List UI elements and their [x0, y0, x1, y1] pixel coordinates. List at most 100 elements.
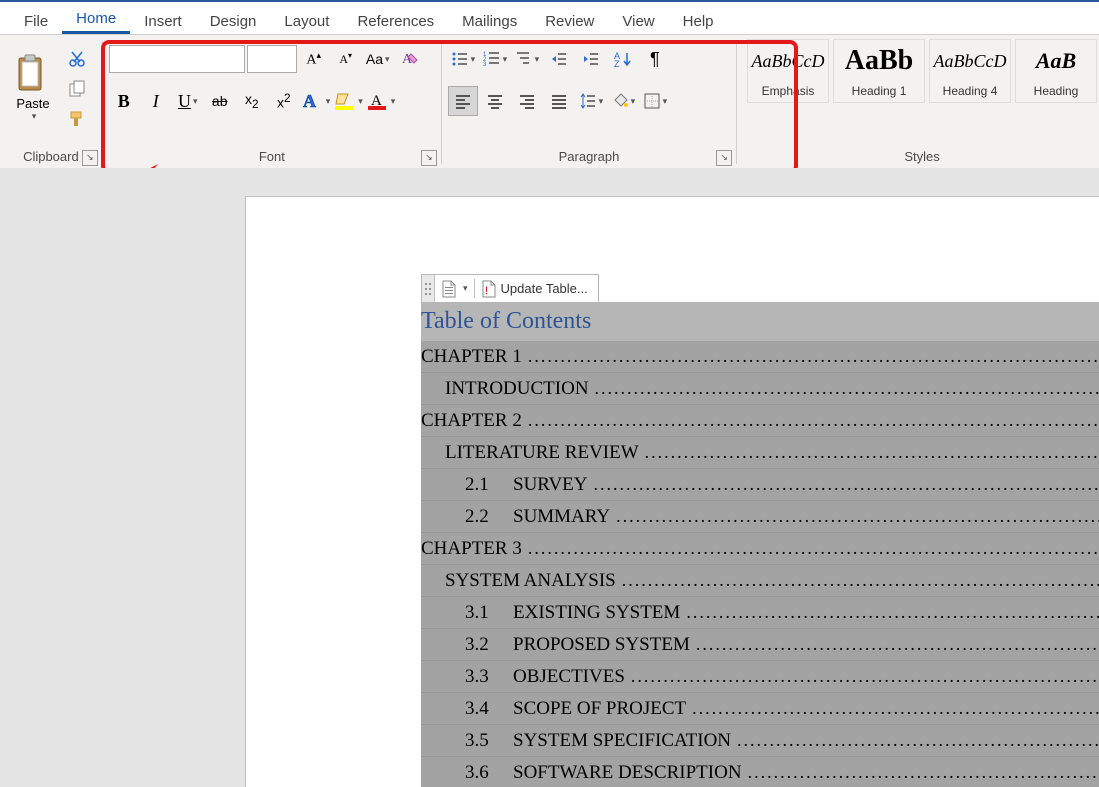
dialog-launcher-icon[interactable]: ↘	[716, 150, 732, 166]
toc-entry[interactable]: 3.1EXISTING SYSTEM	[421, 597, 1099, 629]
toc-leader-dots	[645, 437, 1099, 468]
svg-text:A: A	[303, 91, 316, 111]
toc-entry-text: INTRODUCTION	[421, 373, 595, 404]
clear-format-button[interactable]: A	[395, 44, 425, 74]
multilevel-button[interactable]: ▾	[512, 44, 542, 74]
menu-tab-help[interactable]: Help	[669, 9, 728, 34]
menu-tab-review[interactable]: Review	[531, 9, 608, 34]
menu-tab-file[interactable]: File	[10, 9, 62, 34]
menu-tab-insert[interactable]: Insert	[130, 9, 196, 34]
group-title-paragraph: Paragraph	[448, 147, 730, 168]
eraser-a-icon: A	[400, 49, 420, 69]
show-marks-button[interactable]: ¶	[640, 44, 670, 74]
update-table-button[interactable]: ! Update Table...	[475, 275, 594, 302]
menu-tab-references[interactable]: References	[343, 9, 448, 34]
align-center-button[interactable]	[480, 86, 510, 116]
group-styles: AaBbCcDEmphasisAaBbHeading 1AaBbCcDHeadi…	[737, 35, 1099, 170]
change-case-button[interactable]: Aa▾	[363, 44, 393, 74]
dialog-launcher-icon[interactable]: ↘	[82, 150, 98, 166]
toc-entry[interactable]: LITERATURE REVIEW	[421, 437, 1099, 469]
toc-entry[interactable]: 3.3OBJECTIVES	[421, 661, 1099, 693]
toc-entry[interactable]: 3.2PROPOSED SYSTEM	[421, 629, 1099, 661]
bullets-button[interactable]: ▾	[448, 44, 478, 74]
superscript-button[interactable]: x2	[269, 86, 299, 116]
menu-tab-view[interactable]: View	[608, 9, 668, 34]
style-tile[interactable]: AaBHeading	[1015, 39, 1097, 103]
font-color-button[interactable]: A ▾	[366, 86, 397, 116]
toc-entry-number: 3.3	[465, 661, 513, 692]
toc-entry[interactable]: 3.4SCOPE OF PROJECT	[421, 693, 1099, 725]
toc-entry[interactable]: CHAPTER 1	[421, 341, 1099, 373]
justify-button[interactable]	[544, 86, 574, 116]
underline-icon: U	[178, 91, 191, 112]
strike-button[interactable]: ab	[205, 86, 235, 116]
line-spacing-button[interactable]: ▾	[576, 86, 606, 116]
align-right-button[interactable]	[512, 86, 542, 116]
indent-button[interactable]	[576, 44, 606, 74]
toc-entry-number: 3.5	[465, 725, 513, 756]
style-tile[interactable]: AaBbHeading 1	[833, 39, 925, 103]
style-sample: AaBbCcD	[934, 40, 1007, 82]
toc-entry[interactable]: 2.2SUMMARY	[421, 501, 1099, 533]
cut-button[interactable]	[62, 47, 92, 71]
bullets-icon	[451, 50, 469, 68]
highlight-button[interactable]: ▾	[333, 86, 364, 116]
paste-button[interactable]: Paste ▾	[6, 39, 60, 131]
update-table-label: Update Table...	[501, 281, 588, 296]
outdent-button[interactable]	[544, 44, 574, 74]
subscript-button[interactable]: x2	[237, 86, 267, 116]
toc-entry[interactable]: SYSTEM ANALYSIS	[421, 565, 1099, 597]
font-name-input[interactable]	[109, 45, 245, 73]
menu-tab-design[interactable]: Design	[196, 9, 271, 34]
numbering-button[interactable]: 123▾	[480, 44, 510, 74]
toc-selection[interactable]: Table of Contents CHAPTER 1INTRODUCTIONC…	[421, 302, 1099, 787]
style-sample: AaBbCcD	[752, 40, 825, 82]
shading-button[interactable]: ▾	[608, 86, 638, 116]
toc-leader-dots	[595, 373, 1099, 404]
toc-entry[interactable]: 2.1SURVEY	[421, 469, 1099, 501]
page[interactable]: ▾ ! Update Table... Table of Contents CH…	[245, 196, 1099, 787]
align-left-button[interactable]	[448, 86, 478, 116]
underline-button[interactable]: U▾	[173, 86, 203, 116]
copy-button[interactable]	[62, 77, 92, 101]
toc-entry-text: CHAPTER 1	[421, 341, 528, 372]
drag-handle-icon[interactable]	[422, 275, 435, 302]
font-size-input[interactable]	[247, 45, 297, 73]
toc-entry-number: 3.4	[465, 693, 513, 724]
line-spacing-icon	[579, 92, 597, 110]
copy-icon	[68, 80, 86, 98]
toc-entry-text: SYSTEM ANALYSIS	[421, 565, 622, 596]
align-left-icon	[454, 92, 472, 110]
italic-button[interactable]: I	[141, 86, 171, 116]
sort-button[interactable]: AZ	[608, 44, 638, 74]
italic-icon: I	[153, 91, 159, 112]
menu-tab-home[interactable]: Home	[62, 6, 130, 34]
toc-entry[interactable]: 3.5SYSTEM SPECIFICATION	[421, 725, 1099, 757]
toc-entry-text: PROPOSED SYSTEM	[513, 629, 696, 660]
multilevel-icon	[515, 50, 533, 68]
toc-entry[interactable]: CHAPTER 2	[421, 405, 1099, 437]
toc-entry-text: LITERATURE REVIEW	[421, 437, 645, 468]
group-title-styles: Styles	[747, 147, 1097, 168]
bold-button[interactable]: B	[109, 86, 139, 116]
borders-button[interactable]: ▾	[640, 86, 670, 116]
toc-entry[interactable]: INTRODUCTION	[421, 373, 1099, 405]
toc-menu-button[interactable]: ▾	[435, 275, 474, 302]
toc-entry-text: SUMMARY	[513, 501, 616, 532]
format-painter-button[interactable]	[62, 107, 92, 131]
style-sample: AaBb	[845, 40, 913, 82]
grow-font-button[interactable]: A▴	[299, 44, 329, 74]
text-effects-icon: A	[302, 91, 324, 111]
toc-entry[interactable]: CHAPTER 3	[421, 533, 1099, 565]
toc-leader-dots	[748, 757, 1099, 787]
style-tile[interactable]: AaBbCcDEmphasis	[747, 39, 829, 103]
shrink-font-button[interactable]: A▾	[331, 44, 361, 74]
menu-tab-mailings[interactable]: Mailings	[448, 9, 531, 34]
menu-tab-layout[interactable]: Layout	[270, 9, 343, 34]
dialog-launcher-icon[interactable]: ↘	[421, 150, 437, 166]
style-tile[interactable]: AaBbCcDHeading 4	[929, 39, 1011, 103]
text-effects-button[interactable]: A▾	[301, 86, 332, 116]
toc-entry[interactable]: 3.6SOFTWARE DESCRIPTION	[421, 757, 1099, 787]
toc-leader-dots	[528, 341, 1099, 372]
align-right-icon	[518, 92, 536, 110]
